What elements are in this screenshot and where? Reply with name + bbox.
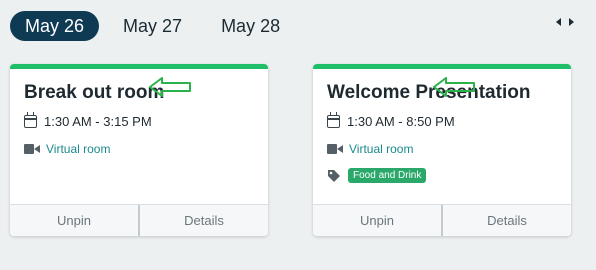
date-tab-may-28[interactable]: May 28 — [206, 11, 295, 41]
virtual-room-link[interactable]: Virtual room — [46, 142, 110, 156]
tag-icon — [328, 169, 340, 182]
chevron-left-icon[interactable] — [556, 18, 561, 26]
details-button[interactable]: Details — [441, 205, 571, 236]
card-footer: Unpin Details — [313, 204, 571, 236]
session-room-row: Virtual room — [327, 142, 413, 156]
session-title: Welcome Presentation — [327, 82, 531, 103]
session-time: 1:30 AM - 3:15 PM — [44, 114, 152, 129]
calendar-icon — [327, 112, 340, 128]
session-time-row: 1:30 AM - 3:15 PM — [24, 112, 152, 129]
calendar-icon — [24, 112, 37, 128]
annotation-arrow-icon — [149, 77, 191, 97]
card-accent-bar — [10, 64, 268, 69]
date-tab-may-27[interactable]: May 27 — [108, 11, 197, 41]
category-tag[interactable]: Food and Drink — [348, 168, 427, 183]
session-tag-row: Food and Drink — [327, 168, 427, 183]
date-nav — [556, 18, 574, 26]
session-time: 1:30 AM - 8:50 PM — [347, 114, 455, 129]
unpin-button[interactable]: Unpin — [10, 205, 138, 236]
unpin-button[interactable]: Unpin — [313, 205, 441, 236]
session-room-row: Virtual room — [24, 142, 110, 156]
annotation-arrow-icon — [433, 77, 475, 97]
details-button[interactable]: Details — [138, 205, 268, 236]
session-time-row: 1:30 AM - 8:50 PM — [327, 112, 455, 129]
date-tab-may-26[interactable]: May 26 — [10, 11, 100, 41]
session-card: Break out room 1:30 AM - 3:15 PM Virtual… — [10, 64, 268, 236]
session-title: Break out room — [24, 82, 165, 103]
video-camera-icon — [327, 144, 343, 154]
chevron-right-icon[interactable] — [569, 18, 574, 26]
card-accent-bar — [313, 64, 571, 69]
virtual-room-link[interactable]: Virtual room — [349, 142, 413, 156]
date-tabs: May 26 May 27 May 28 — [10, 10, 304, 42]
video-camera-icon — [24, 144, 40, 154]
card-footer: Unpin Details — [10, 204, 268, 236]
